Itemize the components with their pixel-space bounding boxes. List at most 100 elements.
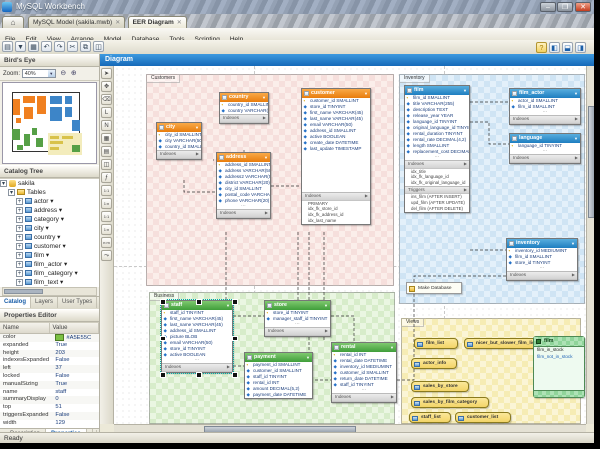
tree-horizontal-scrollbar[interactable] <box>2 287 97 296</box>
toggle-bottom-panel-icon[interactable]: ⬓ <box>562 42 573 53</box>
tree-table-film_category[interactable]: + film_category ▾ <box>0 269 99 278</box>
tree-table-category[interactable]: + category ▾ <box>0 215 99 224</box>
new-document-icon[interactable]: ▤ <box>2 41 13 52</box>
diagram-view-sales_by_film_category[interactable]: sales_by_film_category <box>411 397 489 408</box>
table-header[interactable]: customer ▼ <box>302 89 370 98</box>
table-header[interactable]: payment ▼ <box>245 353 312 362</box>
collapse-arrow-icon[interactable]: ▼ <box>324 301 328 310</box>
expand-arrow-icon[interactable]: ▶ <box>572 272 575 279</box>
zoom-in-icon[interactable]: ⊕ <box>71 67 77 80</box>
expand-icon[interactable]: + <box>16 278 23 286</box>
expand-arrow-icon[interactable]: ▶ <box>325 328 328 335</box>
tree-tables-folder[interactable]: ▾ Tables <box>0 188 99 197</box>
section-header-indexes[interactable]: Indexes ▶ <box>510 154 580 163</box>
maximize-button[interactable]: ❐ <box>557 2 573 12</box>
expand-icon[interactable]: + <box>16 197 23 205</box>
expand-icon[interactable]: + <box>16 269 23 277</box>
expand-arrow-icon[interactable]: ▶ <box>227 364 230 371</box>
toggle-right-panel-icon[interactable]: ◨ <box>575 42 586 53</box>
expand-arrow-icon[interactable]: ▶ <box>575 155 578 162</box>
selection-handle[interactable] <box>232 372 238 378</box>
selection-handle[interactable] <box>160 299 166 305</box>
rel-1-1-nonid-tool-icon[interactable]: 1:1 <box>101 185 112 196</box>
scrollbar-thumb[interactable] <box>4 289 44 294</box>
collapse-arrow-icon[interactable]: ▼ <box>571 239 575 248</box>
tree-root-schema[interactable]: ▾ sakila <box>0 179 99 188</box>
expand-icon[interactable]: + <box>16 251 23 259</box>
section-header-indexes[interactable]: Indexes ▶ <box>265 327 330 336</box>
tab-close-icon[interactable]: ✕ <box>177 20 182 26</box>
undo-icon[interactable]: ↶ <box>41 41 52 52</box>
collapse-arrow-icon[interactable]: ▼ <box>226 301 230 310</box>
diagram-view-film_list[interactable]: film_list <box>414 338 458 349</box>
section-header-indexes[interactable]: Indexes ▶ <box>510 115 580 124</box>
expand-arrow-icon[interactable]: ▶ <box>464 187 467 194</box>
section-header-indexes[interactable]: Indexes ▶ <box>162 363 232 372</box>
expand-arrow-icon[interactable]: ▶ <box>464 161 467 168</box>
hand-tool-icon[interactable]: ✥ <box>101 81 112 92</box>
property-row-width[interactable]: width 129 <box>0 420 99 428</box>
table-header[interactable]: address ▼ <box>217 153 270 162</box>
table-header[interactable]: city ▼ <box>157 123 201 132</box>
selection-handle[interactable] <box>196 299 202 305</box>
layout-icon[interactable]: ◫ <box>93 41 104 52</box>
tree-table-film[interactable]: + film ▾ <box>0 251 99 260</box>
diagram-table-store[interactable]: store ▼ ⬩ store_id TINYINT ◆ manager_staff_id… <box>264 300 331 337</box>
diagram-table-inventory[interactable]: inventory ▼ ⬩ inventory_id MEDIUMINT ◆ film_i… <box>506 238 578 281</box>
view-tool-icon[interactable]: ◫ <box>101 159 112 170</box>
sidebar-tab-layers[interactable]: Layers <box>31 297 59 308</box>
section-header-indexes[interactable]: Indexes ▶ <box>217 209 270 218</box>
expand-icon[interactable]: + <box>16 206 23 214</box>
collapse-arrow-icon[interactable]: ▼ <box>364 89 368 98</box>
property-row-height[interactable]: height 203 <box>0 349 99 358</box>
tab-eer-diagram[interactable]: EER Diagram ✕ <box>127 16 187 28</box>
collapse-arrow-icon[interactable]: ▼ <box>195 123 199 132</box>
expand-arrow-icon[interactable]: ▶ <box>265 210 268 217</box>
expand-icon[interactable]: + <box>16 260 23 268</box>
property-row-indexesExpanded[interactable]: indexesExpanded False <box>0 357 99 365</box>
collapse-arrow-icon[interactable]: ▼ <box>264 153 268 162</box>
tree-table-actor[interactable]: + actor ▾ <box>0 197 99 206</box>
expand-arrow-icon[interactable]: ▶ <box>575 116 578 123</box>
expand-arrow-icon[interactable]: ▶ <box>196 151 199 158</box>
layer-tool-icon[interactable]: L <box>101 107 112 118</box>
rel-n-m-id-tool-icon[interactable]: n:m <box>101 237 112 248</box>
home-tab[interactable]: ⌂ <box>2 16 24 28</box>
copy-icon[interactable]: ⧉ <box>80 41 91 52</box>
table-tool-icon[interactable]: ▤ <box>101 146 112 157</box>
collapse-arrow-icon[interactable]: ▼ <box>463 86 467 95</box>
rel-1-1-id-tool-icon[interactable]: 1:1 <box>101 211 112 222</box>
tree-table-city[interactable]: + city ▾ <box>0 224 99 233</box>
toggle-left-panel-icon[interactable]: ◧ <box>549 42 560 53</box>
selection-handle[interactable] <box>232 299 238 305</box>
close-button[interactable]: ✕ <box>575 2 591 12</box>
diagram-table-city[interactable]: city ▼ ⬩ city_id SMALLINT ◆ city VARCHAR(50) ◆… <box>156 122 202 160</box>
diagram-view-staff_list[interactable]: staff_list <box>409 412 451 423</box>
selection-handle[interactable] <box>232 335 238 341</box>
note-tool-icon[interactable]: N <box>101 120 112 131</box>
tab-mysql-model-sakila-mwb-[interactable]: MySQL Model (sakila.mwb) ✕ <box>28 16 126 28</box>
collapse-icon[interactable]: ▾ <box>0 179 7 187</box>
tree-table-film_text[interactable]: + film_text ▾ <box>0 278 99 287</box>
diagram-view-customer_list[interactable]: customer_list <box>455 412 511 423</box>
table-header[interactable]: film ▼ <box>405 86 469 95</box>
eraser-tool-icon[interactable]: ⌫ <box>101 94 112 105</box>
property-row-summaryDisplay[interactable]: summaryDisplay 0 <box>0 396 99 405</box>
table-header[interactable]: inventory ▼ <box>507 239 577 248</box>
selection-handle[interactable] <box>160 372 166 378</box>
diagram-table-film[interactable]: film ▼ ⬩ film_id SMALLINT ◆ title VARCHAR(255… <box>404 85 470 213</box>
cut-icon[interactable]: ✂ <box>67 41 78 52</box>
scrollbar-thumb[interactable] <box>588 106 594 218</box>
tree-table-customer[interactable]: + customer ▾ <box>0 242 99 251</box>
property-row-expanded[interactable]: expanded True <box>0 342 99 350</box>
expand-arrow-icon[interactable]: ▶ <box>391 394 394 401</box>
diagram-table-staff[interactable]: staff ▼ ⬩ staff_id TINYINT ◆ first_name VARCH… <box>160 299 238 378</box>
canvas-horizontal-scrollbar[interactable] <box>114 424 586 433</box>
minimize-button[interactable]: – <box>540 2 556 12</box>
routine-group-film[interactable]: film film_in_stock film_not_in_stock <box>533 336 585 398</box>
collapse-icon[interactable]: ▾ <box>8 188 15 196</box>
section-header-triggers[interactable]: Triggers ▶ <box>405 185 469 195</box>
section-header-indexes[interactable]: Indexes ▶ <box>220 114 268 123</box>
property-row-color[interactable]: color #A5E55C <box>0 334 99 342</box>
expand-icon[interactable]: + <box>16 233 23 241</box>
